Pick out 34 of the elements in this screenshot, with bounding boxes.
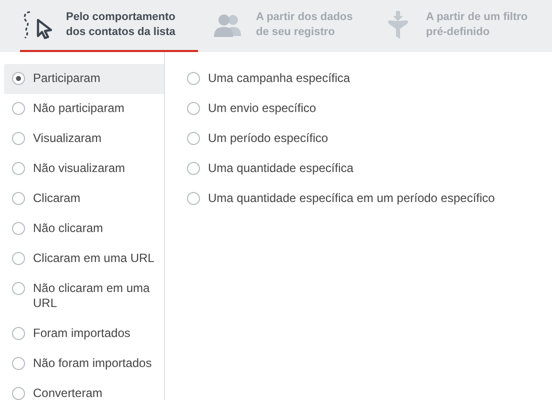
radio-option[interactable]: Uma quantidade específica bbox=[187, 154, 495, 184]
radio-button[interactable] bbox=[12, 132, 25, 145]
radio-option[interactable]: Um envio específico bbox=[187, 94, 495, 124]
radio-button[interactable] bbox=[12, 102, 25, 115]
radio-option[interactable]: Um período específico bbox=[187, 124, 495, 154]
radio-option[interactable]: Participaram bbox=[4, 64, 164, 94]
tab[interactable]: Pelo comportamento dos contatos da lista bbox=[20, 0, 198, 52]
radio-option[interactable]: Clicaram em uma URL bbox=[4, 244, 164, 274]
radio-option[interactable]: Converteram bbox=[4, 379, 164, 400]
radio-option[interactable]: Uma quantidade específica em um período específico bbox=[187, 184, 495, 214]
radio-option[interactable]: Não visualizaram bbox=[4, 154, 164, 184]
radio-option[interactable]: Visualizaram bbox=[4, 124, 164, 154]
radio-button[interactable] bbox=[187, 192, 200, 205]
radio-button[interactable] bbox=[187, 102, 200, 115]
radio-option[interactable]: Uma campanha específica bbox=[187, 64, 495, 94]
radio-button[interactable] bbox=[12, 72, 25, 85]
radio-button[interactable] bbox=[12, 162, 25, 175]
radio-button[interactable] bbox=[12, 282, 25, 295]
radio-option[interactable]: Não clicaram bbox=[4, 214, 164, 244]
radio-button[interactable] bbox=[12, 327, 25, 340]
radio-option[interactable]: Não participaram bbox=[4, 94, 164, 124]
radio-button[interactable] bbox=[12, 222, 25, 235]
radio-button[interactable] bbox=[12, 387, 25, 400]
radio-option[interactable]: Não foram importados bbox=[4, 349, 164, 379]
radio-button[interactable] bbox=[187, 162, 200, 175]
radio-button[interactable] bbox=[12, 192, 25, 205]
radio-option[interactable]: Clicaram bbox=[4, 184, 164, 214]
radio-button[interactable] bbox=[12, 252, 25, 265]
radio-option[interactable]: Não clicaram em uma URL bbox=[4, 274, 164, 319]
radio-button[interactable] bbox=[187, 132, 200, 145]
radio-button[interactable] bbox=[12, 357, 25, 370]
radio-option[interactable]: Foram importados bbox=[4, 319, 164, 349]
cursor-icon bbox=[22, 9, 54, 41]
radio-button[interactable] bbox=[187, 72, 200, 85]
